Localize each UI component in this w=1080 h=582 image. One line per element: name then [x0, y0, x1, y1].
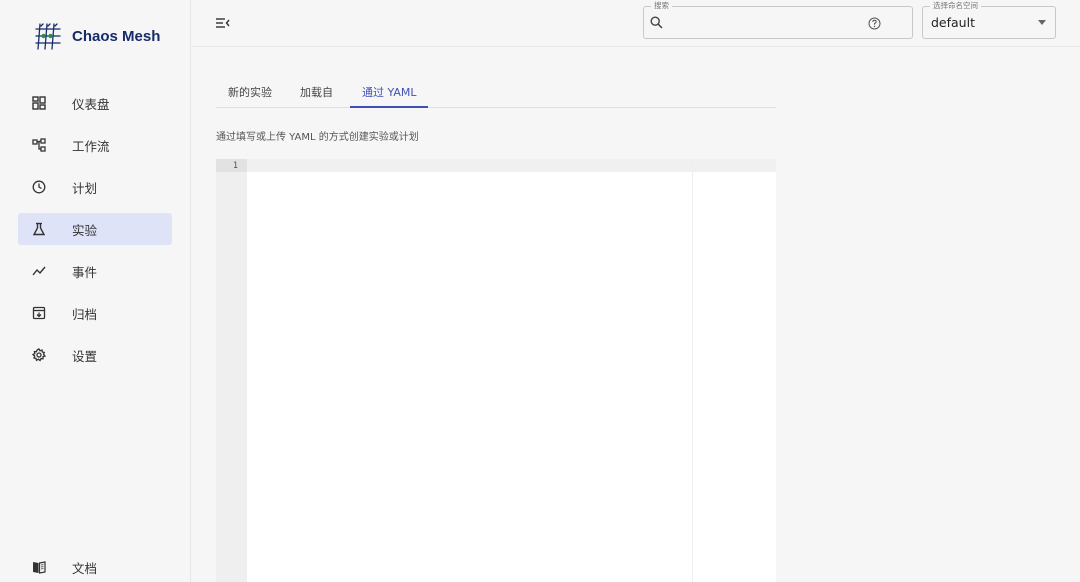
tab-by-yaml[interactable]: 通过 YAML [350, 76, 429, 108]
tab-label: 新的实验 [228, 86, 272, 99]
search-icon [650, 16, 663, 29]
main-content: 新的实验 加载自 通过 YAML 通过填写或上传 YAML 的方式创建实验或计划… [192, 48, 1080, 582]
tab-label: 通过 YAML [362, 86, 417, 99]
dashboard-icon [32, 96, 46, 110]
namespace-select[interactable]: 选择命名空间 default [922, 1, 1056, 39]
tab-bar: 新的实验 加载自 通过 YAML [216, 76, 776, 108]
tab-load-from[interactable]: 加载自 [288, 76, 345, 108]
namespace-selected-value: default [931, 15, 975, 30]
sidebar-item-archive[interactable]: 归档 [18, 297, 172, 329]
sidebar-item-label: 计划 [72, 180, 98, 196]
top-bar: 搜索 选择命名空间 default [192, 0, 1080, 47]
schedule-clock-icon [32, 180, 46, 194]
sidebar-item-label: 归档 [72, 306, 98, 322]
brand[interactable]: Chaos Mesh [32, 21, 160, 51]
sidebar-item-dashboard[interactable]: 仪表盘 [18, 87, 172, 119]
sidebar-item-label: 工作流 [72, 138, 110, 154]
yaml-editor[interactable]: 1 [216, 159, 776, 582]
archive-icon [32, 306, 46, 320]
gutter-active-line [216, 159, 247, 172]
dropdown-caret-icon [1038, 20, 1046, 25]
sidebar-item-label: 设置 [72, 348, 98, 364]
book-icon [32, 560, 46, 574]
settings-gear-icon [32, 348, 46, 362]
search-field-legend: 搜索 [651, 1, 672, 11]
sidebar-item-label: 事件 [72, 264, 98, 280]
tab-label: 加载自 [300, 86, 333, 99]
chaos-mesh-logo-icon [35, 23, 61, 50]
flask-icon [32, 222, 46, 236]
namespace-select-legend: 选择命名空间 [930, 1, 981, 11]
menu-collapse-icon[interactable] [214, 15, 232, 31]
editor-gutter: 1 [216, 159, 247, 582]
code-input-area[interactable] [247, 159, 776, 582]
sidebar-item-workflow[interactable]: 工作流 [18, 129, 172, 161]
sidebar-item-label: 仪表盘 [72, 96, 110, 112]
search-input[interactable] [668, 13, 868, 33]
app-root: Chaos Mesh 仪表盘 工作流 计划 实验 事件 归档 设置 文档 搜索 … [0, 0, 1080, 582]
sidebar-item-docs[interactable]: 文档 [18, 551, 172, 582]
sidebar: Chaos Mesh 仪表盘 工作流 计划 实验 事件 归档 设置 文档 [0, 0, 191, 582]
tab-new-experiment[interactable]: 新的实验 [216, 76, 284, 108]
help-circle-icon[interactable] [868, 17, 881, 30]
sidebar-item-experiments[interactable]: 实验 [18, 213, 172, 245]
sidebar-item-label: 实验 [72, 222, 98, 238]
sidebar-item-schedule[interactable]: 计划 [18, 171, 172, 203]
workflow-icon [32, 138, 46, 152]
brand-name: Chaos Mesh [72, 27, 161, 45]
active-tab-indicator [350, 106, 428, 108]
line-number: 1 [232, 161, 238, 171]
events-chart-icon [32, 264, 46, 278]
sidebar-item-label: 文档 [72, 560, 98, 576]
sidebar-item-settings[interactable]: 设置 [18, 339, 172, 371]
sidebar-item-events[interactable]: 事件 [18, 255, 172, 287]
search-field[interactable]: 搜索 [643, 1, 913, 39]
yaml-hint-text: 通过填写或上传 YAML 的方式创建实验或计划 [216, 132, 419, 143]
